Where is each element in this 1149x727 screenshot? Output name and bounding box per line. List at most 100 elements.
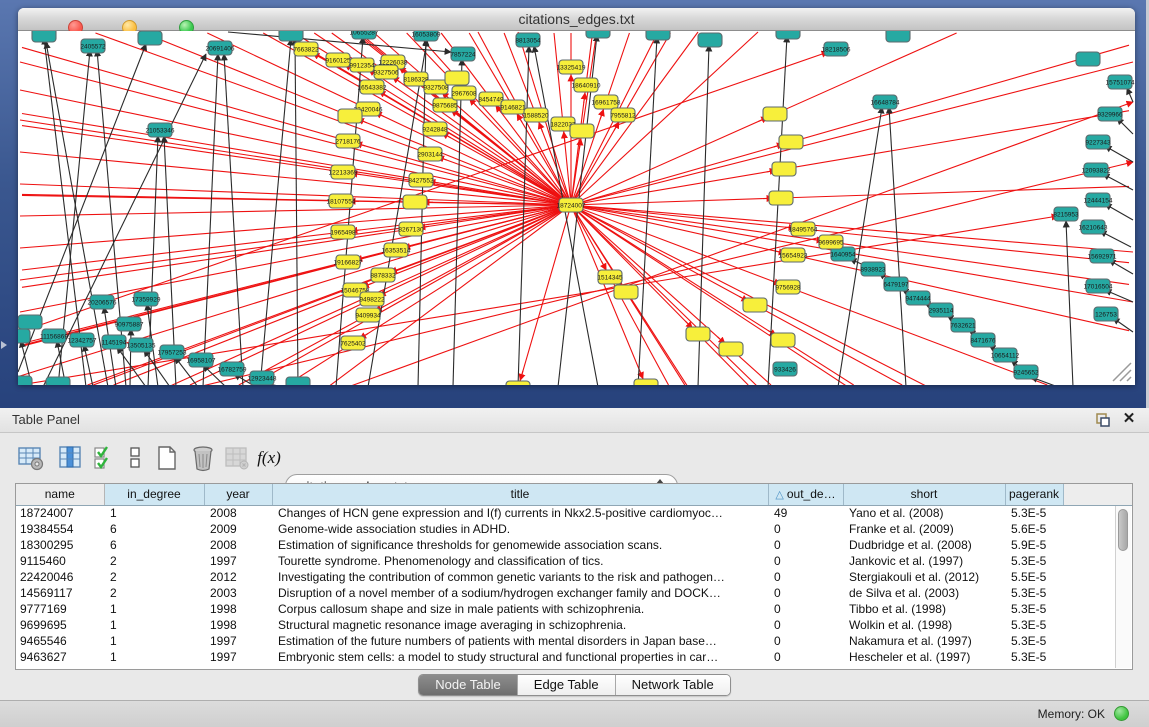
memory-status-indicator[interactable] <box>1114 706 1129 721</box>
network-edge[interactable] <box>1127 88 1133 102</box>
network-node[interactable]: 15751074 <box>1106 75 1135 89</box>
table-cell[interactable]: 5.9E-5 <box>1005 537 1063 553</box>
network-node[interactable]: 9329966 <box>1097 107 1123 121</box>
network-node[interactable]: 7625402 <box>340 336 366 350</box>
network-node[interactable] <box>719 342 743 356</box>
column-header-short[interactable]: short <box>843 484 1005 505</box>
delete-table-button[interactable] <box>188 443 218 473</box>
table-cell[interactable]: 2003 <box>204 585 272 601</box>
network-node[interactable]: 9474444 <box>905 291 931 305</box>
table-cell[interactable]: 49 <box>768 505 843 521</box>
new-table-button[interactable] <box>152 443 182 473</box>
network-edge[interactable] <box>639 369 643 378</box>
table-cell[interactable]: Jankovic et al. (1997) <box>843 553 1005 569</box>
network-node[interactable]: 16053809 <box>412 31 441 41</box>
table-cell[interactable]: 6 <box>104 537 204 553</box>
network-node[interactable]: 7857224 <box>450 47 476 61</box>
table-cell[interactable]: 18300295 <box>16 537 104 553</box>
column-header-year[interactable]: year <box>204 484 272 505</box>
table-cell[interactable]: 9115460 <box>16 553 104 569</box>
table-cell[interactable]: 2008 <box>204 537 272 553</box>
table-cell[interactable]: 5.6E-5 <box>1005 521 1063 537</box>
table-row[interactable]: 946362711997Embryonic stem cells: a mode… <box>16 649 1132 665</box>
network-node[interactable]: 18495764 <box>789 222 818 236</box>
table-cell[interactable]: 0 <box>768 633 843 649</box>
table-scrollbar[interactable] <box>1115 506 1131 668</box>
table-cell[interactable]: Stergiakouli et al. (2012) <box>843 569 1005 585</box>
table-cell[interactable]: 1997 <box>204 553 272 569</box>
network-node[interactable]: 9756928 <box>775 280 801 294</box>
network-node[interactable] <box>634 379 658 385</box>
network-node[interactable] <box>445 71 469 85</box>
network-node[interactable]: 9409934 <box>355 308 381 322</box>
table-row[interactable]: 911546021997Tourette syndrome. Phenomeno… <box>16 553 1132 569</box>
table-mode-button[interactable] <box>16 443 46 473</box>
network-canvas[interactable]: 2405572206914061065528716053809785722488… <box>18 31 1135 385</box>
table-cell[interactable]: Wolkin et al. (1998) <box>843 617 1005 633</box>
network-node[interactable] <box>776 31 800 39</box>
tab-node-table[interactable]: Node Table <box>419 675 518 695</box>
table-cell[interactable]: 1 <box>104 633 204 649</box>
network-node[interactable]: 7632621 <box>950 318 976 332</box>
network-node[interactable] <box>46 377 70 385</box>
column-header-name[interactable]: name <box>16 484 104 505</box>
network-node[interactable]: 1514345 <box>597 270 623 284</box>
network-edge[interactable] <box>520 371 523 381</box>
network-node[interactable] <box>586 31 610 38</box>
table-row[interactable]: 1938455462009Genome-wide association stu… <box>16 521 1132 537</box>
table-cell[interactable]: Tourette syndrome. Phenomenology and cla… <box>272 553 768 569</box>
network-node[interactable]: 18218506 <box>822 42 851 56</box>
network-node[interactable]: 13325419 <box>557 60 586 74</box>
network-node[interactable]: 12923448 <box>248 371 277 385</box>
table-cell[interactable]: 1 <box>104 505 204 521</box>
network-node[interactable]: 15692971 <box>1088 249 1117 263</box>
column-header-pagerank[interactable]: pagerank <box>1005 484 1063 505</box>
table-cell[interactable]: 2 <box>104 585 204 601</box>
table-cell[interactable]: 1997 <box>204 649 272 665</box>
network-edge[interactable] <box>1066 221 1073 385</box>
network-node[interactable] <box>614 285 638 299</box>
network-node[interactable] <box>771 333 795 347</box>
network-node[interactable]: 16648784 <box>871 95 900 109</box>
table-cell[interactable]: 1 <box>104 601 204 617</box>
network-node[interactable]: 9242848 <box>422 122 448 136</box>
column-header-title[interactable]: title <box>272 484 768 505</box>
network-edge[interactable] <box>295 39 298 385</box>
table-cell[interactable]: 1998 <box>204 601 272 617</box>
table-cell[interactable]: 1 <box>104 649 204 665</box>
network-node[interactable] <box>32 31 56 42</box>
table-cell[interactable]: Estimation of the future numbers of pati… <box>272 633 768 649</box>
network-node[interactable]: 9146821 <box>500 100 526 114</box>
network-node[interactable]: 20691406 <box>206 41 235 55</box>
network-node[interactable]: 13505135 <box>127 338 156 352</box>
network-node[interactable]: 20206576 <box>88 295 117 309</box>
table-cell[interactable]: 0 <box>768 585 843 601</box>
network-node[interactable]: 6479197 <box>883 277 909 291</box>
network-node[interactable] <box>646 31 670 40</box>
table-cell[interactable]: Dudbridge et al. (2008) <box>843 537 1005 553</box>
table-cell[interactable]: 1997 <box>204 633 272 649</box>
table-cell[interactable]: 9699695 <box>16 617 104 633</box>
network-edge[interactable] <box>600 110 603 119</box>
network-node[interactable]: 9227343 <box>1085 135 1111 149</box>
network-node[interactable] <box>772 162 796 176</box>
network-node[interactable]: 12444154 <box>1084 193 1113 207</box>
table-cell[interactable]: Yano et al. (2008) <box>843 505 1005 521</box>
network-node[interactable] <box>1076 52 1100 66</box>
table-cell[interactable]: 9465546 <box>16 633 104 649</box>
table-cell[interactable]: 14569117 <box>16 585 104 601</box>
network-node[interactable]: 9245652 <box>1013 365 1039 379</box>
table-cell[interactable]: Changes of HCN gene expression and I(f) … <box>272 505 768 521</box>
table-cell[interactable]: 5.3E-5 <box>1005 633 1063 649</box>
table-cell[interactable]: Investigating the contribution of common… <box>272 569 768 585</box>
network-edge[interactable] <box>564 132 565 142</box>
table-cell[interactable]: Estimation of significance thresholds fo… <box>272 537 768 553</box>
network-node[interactable]: 8938923 <box>860 262 886 276</box>
network-node[interactable]: 2405572 <box>80 39 106 53</box>
network-node[interactable]: 9699695 <box>818 235 844 249</box>
table-row[interactable]: 977716911998Corpus callosum shape and si… <box>16 601 1132 617</box>
network-edge[interactable] <box>203 54 218 385</box>
network-node[interactable] <box>886 31 910 42</box>
network-edge[interactable] <box>20 216 1058 385</box>
network-node[interactable]: 17359929 <box>132 292 161 306</box>
